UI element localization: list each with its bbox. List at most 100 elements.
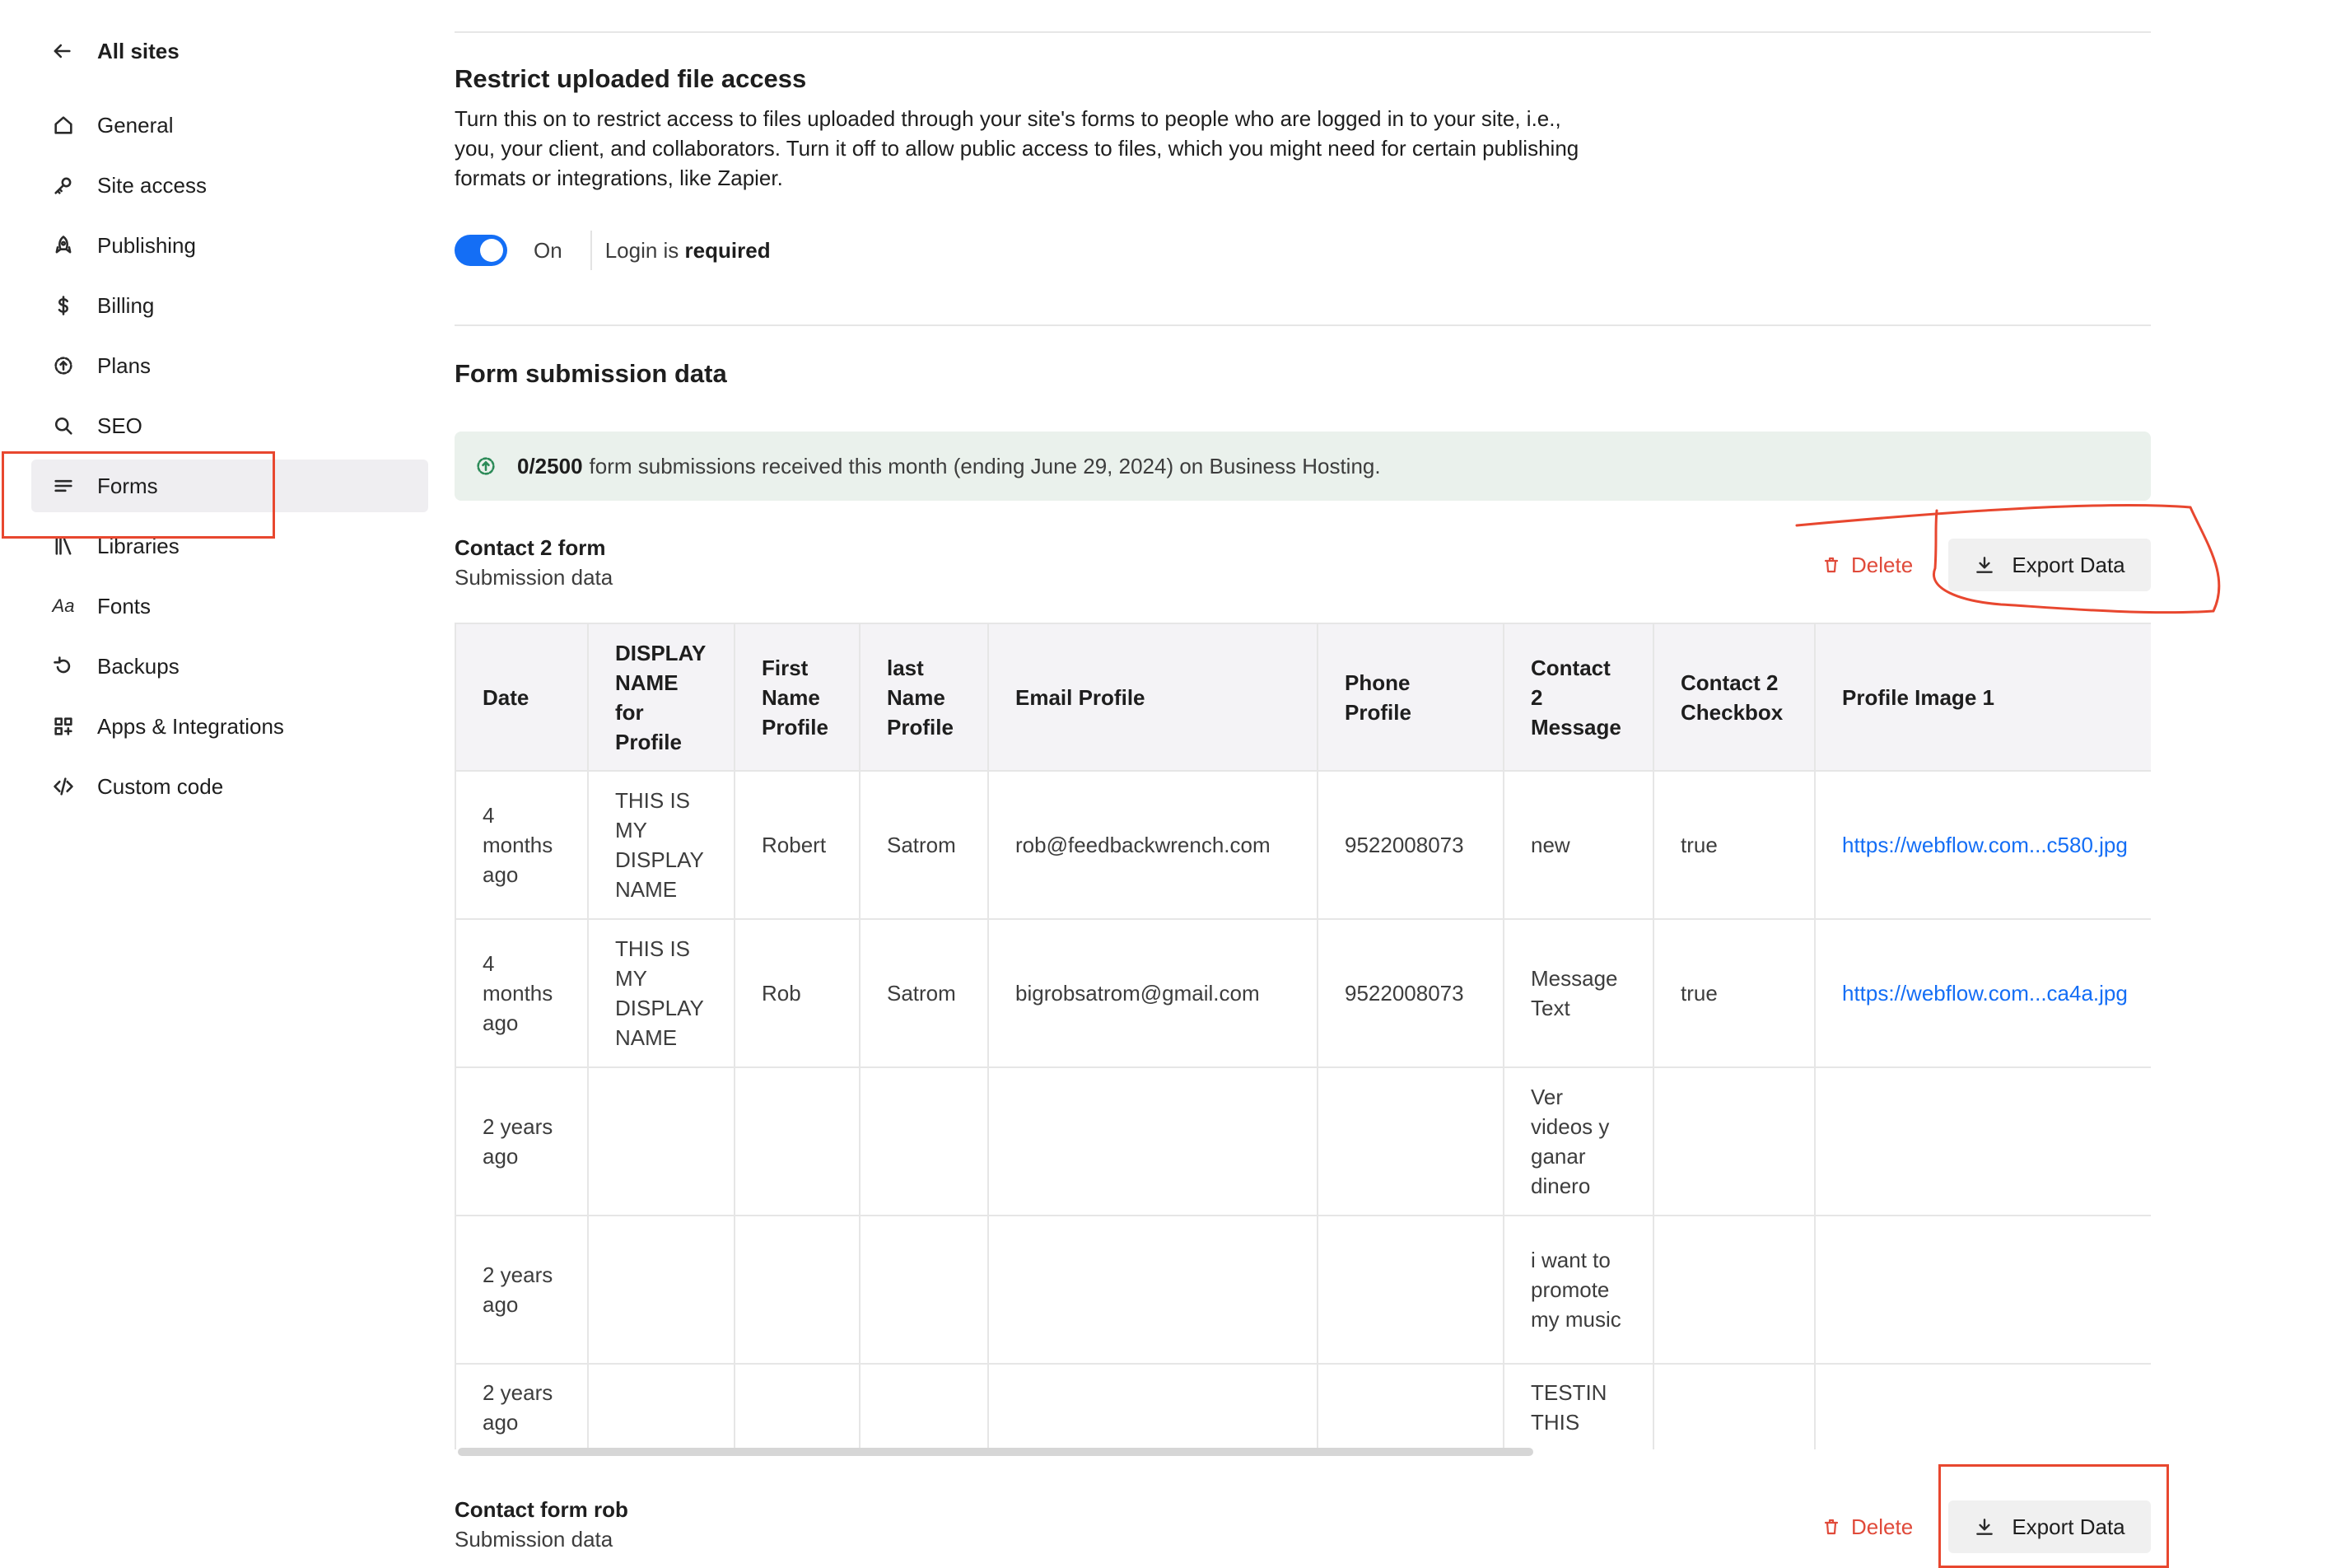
column-header[interactable]: Date: [456, 624, 589, 772]
table-cell: [1318, 1216, 1504, 1365]
table-cell: [1653, 1364, 1816, 1449]
forms-highlight-annotation: [2, 451, 275, 539]
form-title: Contact form rob: [455, 1497, 628, 1522]
table-cell: [735, 1067, 861, 1216]
table-row: 2 years ago i want to promote my music: [456, 1216, 2151, 1365]
column-header[interactable]: last Name Profile: [860, 624, 989, 772]
form-subtitle: Submission data: [455, 1527, 613, 1552]
table-header-row: Date DISPLAY NAME for Profile First Name…: [456, 624, 2151, 772]
toggle-knob: [480, 239, 503, 262]
column-header[interactable]: DISPLAY NAME for Profile: [588, 624, 735, 772]
submission-table-container[interactable]: Date DISPLAY NAME for Profile First Name…: [455, 623, 2151, 1449]
sidebar-item-label: Plans: [97, 352, 152, 378]
column-header[interactable]: Email Profile: [988, 624, 1318, 772]
column-header[interactable]: Profile Image 1: [1815, 624, 2151, 772]
search-icon: [51, 413, 76, 438]
restrict-access-description: Turn this on to restrict access to files…: [455, 106, 1579, 190]
sidebar-item-label: SEO: [97, 413, 142, 438]
table-cell: Robert: [735, 771, 861, 920]
table-cell: true: [1653, 771, 1816, 920]
table-cell: [1653, 1216, 1816, 1365]
table-cell: [588, 1067, 735, 1216]
toggle-separator: [590, 231, 592, 270]
table-cell: true: [1653, 919, 1816, 1068]
sidebar-item-label: Publishing: [97, 232, 196, 258]
key-icon: [51, 173, 76, 198]
table-cell: [860, 1216, 989, 1365]
sidebar-item-label: Apps & Integrations: [97, 713, 284, 739]
sidebar-item-publishing[interactable]: Publishing: [31, 219, 428, 272]
delete-form-button[interactable]: Delete: [1821, 1500, 1913, 1553]
table-horizontal-scrollbar[interactable]: [458, 1448, 1533, 1456]
table-cell: [1318, 1364, 1504, 1449]
form-subtitle: Submission data: [455, 565, 613, 590]
table-cell: 2 years ago: [456, 1067, 589, 1216]
table-cell: i want to promote my music: [1504, 1216, 1654, 1365]
sidebar-item-billing[interactable]: Billing: [31, 279, 428, 332]
login-required-label: Login is required: [604, 237, 771, 263]
table-cell: [988, 1216, 1318, 1365]
table-cell: [1318, 1067, 1504, 1216]
table-cell: 9522008073: [1318, 771, 1504, 920]
table-cell: Message Text: [1504, 919, 1654, 1068]
all-sites-link[interactable]: All sites: [49, 35, 180, 68]
sidebar-item-custom-code[interactable]: Custom code: [31, 760, 428, 813]
profile-image-link[interactable]: https://webflow.com...c580.jpg: [1842, 833, 2128, 857]
table-row: 2 years ago Ver videos y ganar dinero: [456, 1067, 2151, 1216]
upgrade-circle-icon: [477, 457, 495, 475]
trash-icon: [1824, 557, 1839, 573]
submission-table: Date DISPLAY NAME for Profile First Name…: [456, 624, 2151, 1449]
column-header[interactable]: First Name Profile: [735, 624, 861, 772]
delete-label: Delete: [1851, 552, 1914, 577]
download-icon: [1976, 557, 1994, 573]
restrict-access-toggle[interactable]: [455, 235, 507, 266]
sidebar-item-fonts[interactable]: Aa Fonts: [31, 580, 428, 632]
sidebar-item-backups[interactable]: Backups: [31, 640, 428, 693]
export-data-button[interactable]: Export Data: [1948, 539, 2151, 591]
table-row: 4 months ago THIS IS MY DISPLAY NAME Rob…: [456, 919, 2151, 1068]
table-cell: [588, 1216, 735, 1365]
sidebar-item-label: Site access: [97, 172, 207, 198]
table-cell: [860, 1364, 989, 1449]
column-header[interactable]: Phone Profile: [1318, 624, 1504, 772]
delete-form-button[interactable]: Delete: [1821, 539, 1913, 591]
table-cell: 2 years ago: [456, 1216, 589, 1365]
table-cell: [1815, 1216, 2151, 1365]
table-cell: [735, 1216, 861, 1365]
home-icon: [51, 113, 76, 138]
section-divider: [455, 324, 2151, 326]
table-row: 2 years ago TESTIN THIS: [456, 1364, 2151, 1449]
table-cell: TESTIN THIS: [1504, 1364, 1654, 1449]
all-sites-label: All sites: [97, 38, 180, 63]
sidebar-item-seo[interactable]: SEO: [31, 399, 428, 452]
table-cell: 4 months ago: [456, 771, 589, 920]
restrict-access-toggle-row: On Login is required: [455, 231, 771, 270]
submission-count: 0/2500: [517, 453, 583, 478]
apps-icon: [51, 714, 76, 739]
table-cell: [1815, 1364, 2151, 1449]
sidebar-item-general[interactable]: General: [31, 99, 428, 152]
sidebar-item-site-access[interactable]: Site access: [31, 159, 428, 212]
sidebar-item-label: Backups: [97, 653, 180, 679]
table-cell: https://webflow.com...ca4a.jpg: [1815, 919, 2151, 1068]
table-cell: new: [1504, 771, 1654, 920]
table-cell: [988, 1364, 1318, 1449]
column-header[interactable]: Contact 2 Message: [1504, 624, 1654, 772]
profile-image-link[interactable]: https://webflow.com...ca4a.jpg: [1842, 981, 2128, 1006]
table-cell: 9522008073: [1318, 919, 1504, 1068]
table-cell: THIS IS MY DISPLAY NAME: [588, 771, 735, 920]
fonts-icon: Aa: [51, 594, 76, 618]
arrow-left-icon: [49, 39, 74, 63]
sidebar-item-apps-integrations[interactable]: Apps & Integrations: [31, 700, 428, 753]
table-cell: [1815, 1067, 2151, 1216]
sidebar-item-label: General: [97, 112, 174, 138]
table-cell: [988, 1067, 1318, 1216]
column-header[interactable]: Contact 2 Checkbox: [1653, 624, 1816, 772]
rocket-icon: [51, 233, 76, 258]
trash-icon: [1824, 1519, 1839, 1535]
table-cell: THIS IS MY DISPLAY NAME: [588, 919, 735, 1068]
table-cell: 4 months ago: [456, 919, 589, 1068]
form-title: Contact 2 form: [455, 535, 606, 560]
main-content: Restrict uploaded file access Turn this …: [455, 0, 2151, 1568]
sidebar-item-plans[interactable]: Plans: [31, 339, 428, 392]
